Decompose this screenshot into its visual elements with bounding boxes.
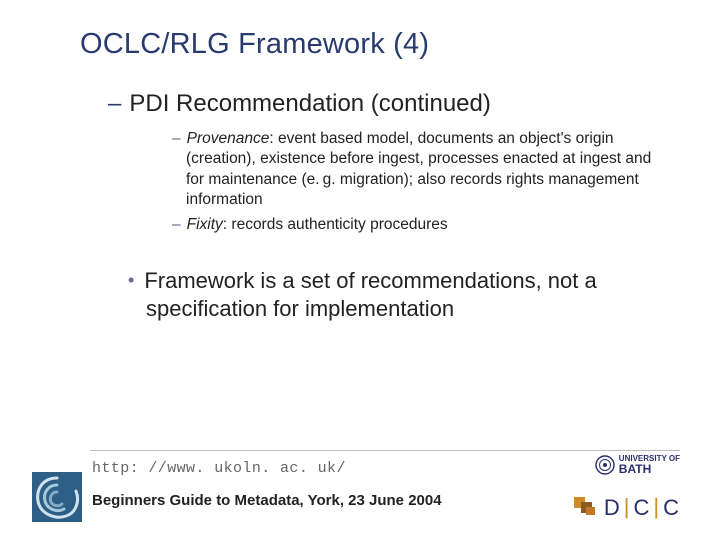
slide: OCLC/RLG Framework (4) –PDI Recommendati… [0, 0, 720, 540]
sub-item-provenance: –Provenance: event based model, document… [172, 129, 672, 211]
framework-point-text: Framework is a set of recommendations, n… [144, 268, 596, 321]
term-fixity: Fixity [187, 216, 223, 233]
dcc-d: D [604, 495, 621, 521]
dash-icon: – [108, 90, 121, 117]
bath-seal-icon [595, 455, 615, 475]
bullet-icon: • [128, 270, 134, 290]
footer-url: http: //www. ukoln. ac. uk/ [92, 460, 346, 477]
dash-icon: – [172, 216, 181, 233]
dcc-c2: C [663, 495, 680, 521]
dcc-logo: D | C | C [550, 494, 680, 522]
dcc-c1: C [634, 495, 651, 521]
divider [90, 450, 680, 451]
dcc-letters: D | C | C [604, 495, 680, 521]
slide-footer: http: //www. ukoln. ac. uk/ Beginners Gu… [0, 450, 720, 540]
slide-title: OCLC/RLG Framework (4) [80, 28, 680, 61]
pdi-heading-text: PDI Recommendation (continued) [129, 90, 491, 117]
term-provenance: Provenance [187, 130, 270, 147]
footer-line: Beginners Guide to Metadata, York, 23 Ju… [92, 492, 442, 509]
dash-icon: – [172, 130, 181, 147]
sub-item-fixity: –Fixity: records authenticity procedures [172, 215, 672, 235]
bath-bottom: BATH [619, 463, 680, 475]
dcc-squares-icon [572, 495, 598, 522]
pipe-icon: | [624, 496, 631, 518]
fixity-body: : records authenticity procedures [223, 216, 448, 233]
bath-logo: UNIVERSITY OF BATH [594, 454, 680, 476]
pipe-icon: | [653, 496, 660, 518]
framework-point: • Framework is a set of recommendations, … [128, 267, 680, 322]
spacer [80, 239, 680, 267]
ukoln-swirl-icon [32, 472, 82, 522]
pdi-heading: –PDI Recommendation (continued) [108, 89, 680, 119]
bath-text: UNIVERSITY OF BATH [619, 455, 680, 475]
ukoln-logo [32, 472, 82, 522]
